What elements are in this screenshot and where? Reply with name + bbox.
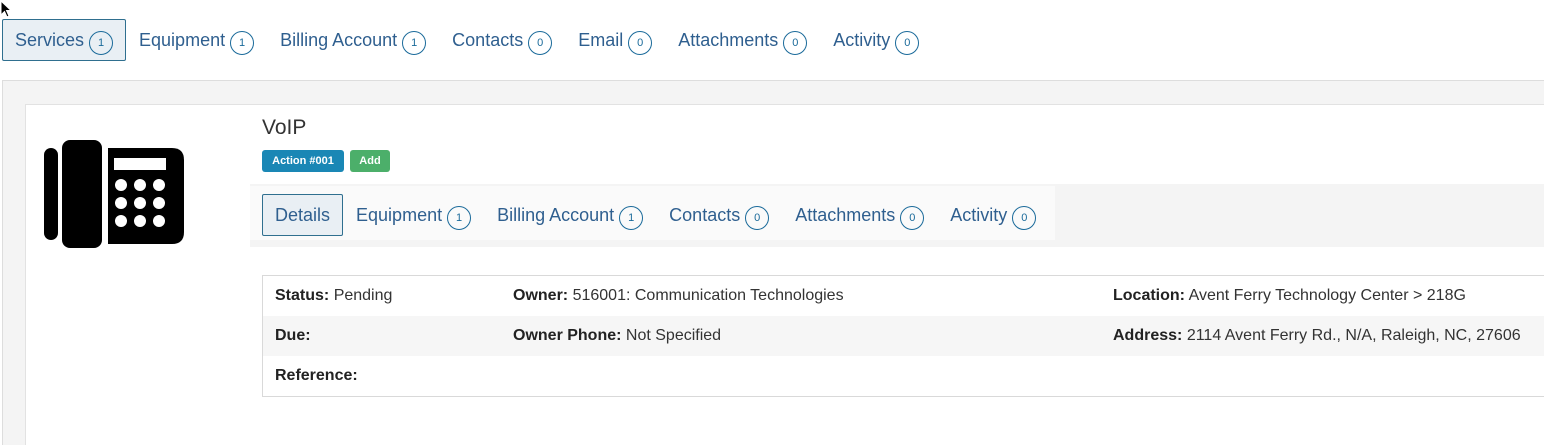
count-badge: 0 [1012,205,1037,230]
field-label: Location: [1113,287,1185,304]
count-badge: 1 [230,30,255,55]
tab-email[interactable]: Email 0 [565,19,665,61]
table-row: Reference: [263,356,1544,396]
count-badge: 0 [745,205,770,230]
tab-label: Activity [950,204,1008,225]
sub-tab-bar: Details Equipment 1 Billing Account 1 Co… [262,194,1049,236]
tab-contacts[interactable]: Contacts 0 [439,19,565,61]
due-field: Due: [275,327,311,345]
owner-value: 516001: Communication Technologies [572,287,844,304]
tab-label: Services [15,29,85,50]
location-field: Location: Avent Ferry Technology Center … [1113,287,1466,305]
tab-services[interactable]: Services 1 [2,19,127,61]
top-tab-bar: Services 1 Equipment 1 Billing Account 1… [2,19,932,61]
tab-label: Contacts [452,29,524,50]
mouse-cursor-icon [0,0,12,18]
tab-label: Attachments [795,204,896,225]
subtab-equipment[interactable]: Equipment 1 [343,194,484,236]
tab-attachments[interactable]: Attachments 0 [665,19,820,61]
tab-label: Equipment [356,204,443,225]
tab-label: Attachments [678,29,779,50]
field-label: Due: [275,327,311,344]
count-badge: 0 [628,30,653,55]
address-field: Address: 2114 Avent Ferry Rd., N/A, Rale… [1113,327,1521,345]
tab-equipment[interactable]: Equipment 1 [126,19,267,61]
tab-label: Contacts [669,204,741,225]
tab-billing-account[interactable]: Billing Account 1 [267,19,439,61]
tab-label: Billing Account [280,29,398,50]
service-title: VoIP [262,116,307,139]
details-table: Status: Pending Owner: 516001: Communica… [262,275,1544,397]
owner-field: Owner: 516001: Communication Technologie… [513,287,844,305]
count-badge: 1 [402,30,427,55]
field-label: Owner: [513,287,569,304]
field-label: Address: [1113,327,1183,344]
location-value: Avent Ferry Technology Center > 218G [1188,287,1466,304]
field-label: Owner Phone: [513,327,622,344]
count-badge: 0 [783,30,808,55]
tab-activity[interactable]: Activity 0 [820,19,932,61]
tab-label: Email [578,29,624,50]
status-value: Pending [333,287,393,304]
count-badge: 1 [619,205,644,230]
action-button[interactable]: Action #001 [262,150,344,172]
tab-label: Equipment [139,29,226,50]
subtab-details[interactable]: Details [262,194,344,236]
tab-label: Details [275,204,331,225]
field-label: Status: [275,287,330,304]
count-badge: 0 [900,205,925,230]
tab-label: Billing Account [497,204,615,225]
subtab-billing-account[interactable]: Billing Account 1 [484,194,656,236]
field-label: Reference: [275,367,358,384]
count-badge: 0 [528,30,553,55]
address-value: 2114 Avent Ferry Rd., N/A, Raleigh, NC, … [1186,327,1521,344]
status-field: Status: Pending [275,287,392,305]
table-row: Due: Owner Phone: Not Specified Address:… [263,316,1544,356]
desk-phone-icon [44,140,184,248]
owner-phone-value: Not Specified [625,327,722,344]
owner-phone-field: Owner Phone: Not Specified [513,327,721,345]
tab-label: Activity [833,29,891,50]
subtab-attachments[interactable]: Attachments 0 [782,194,937,236]
reference-field: Reference: [275,367,358,385]
count-badge: 0 [895,30,920,55]
count-badge: 1 [89,30,114,55]
subtab-activity[interactable]: Activity 0 [937,194,1049,236]
add-button[interactable]: Add [350,150,390,172]
count-badge: 1 [447,205,472,230]
table-row: Status: Pending Owner: 516001: Communica… [263,276,1544,316]
subtab-contacts[interactable]: Contacts 0 [656,194,782,236]
